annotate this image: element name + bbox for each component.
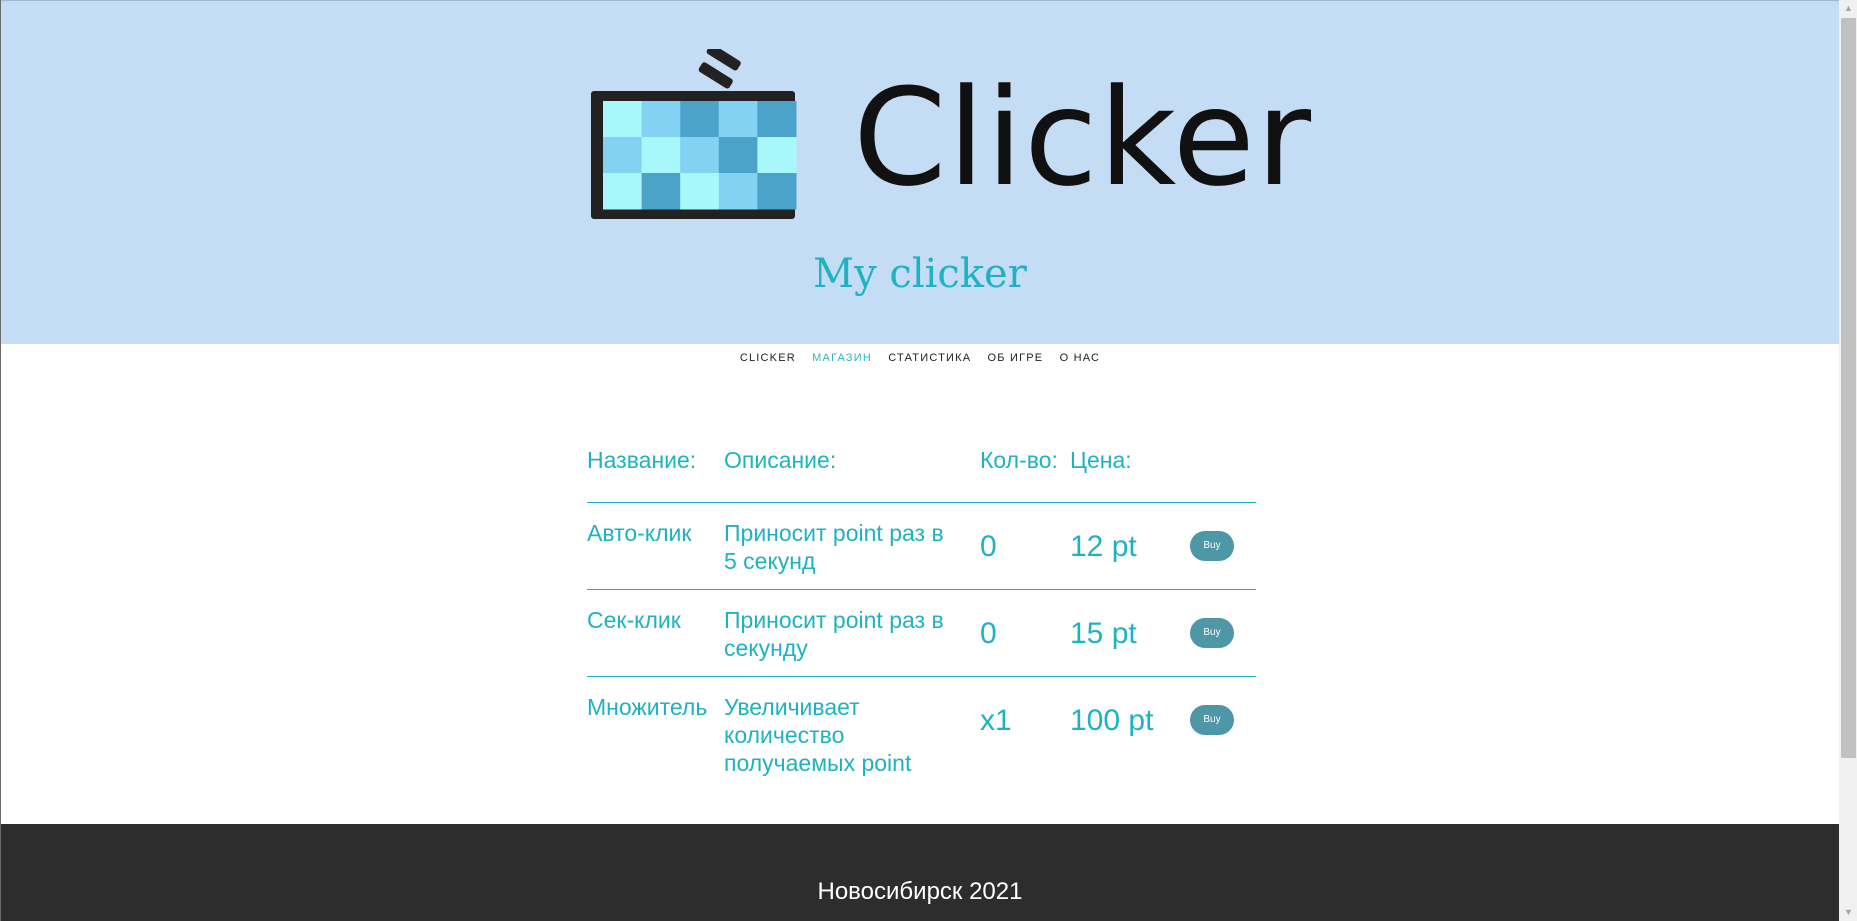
logo-text: Clicker [853, 60, 1313, 216]
buy-button[interactable]: Buy [1190, 705, 1234, 735]
table-row: Авто-клик Приносит point раз в 5 секунд … [587, 502, 1256, 590]
logo-tile [680, 173, 720, 210]
table-header-row: Название: Описание: Кол-во: Цена: [587, 420, 1256, 503]
header-buy [1190, 420, 1256, 503]
item-name: Авто-клик [587, 502, 724, 590]
logo-tile [641, 173, 681, 210]
logo-tile [680, 137, 720, 174]
scroll-up-arrow-icon[interactable]: ▲ [1839, 0, 1857, 17]
item-description: Приносит point раз в секунду [724, 607, 944, 661]
page: Clicker My clicker CLICKER МАГАЗИН СТАТИ… [0, 0, 1857, 921]
footer-text: Новосибирск 2021 [817, 878, 1023, 905]
logo-tile [641, 101, 681, 138]
site-subtitle: My clicker [813, 251, 1027, 297]
logo-tile [641, 137, 681, 174]
nav-item-about-us[interactable]: О НАС [1060, 352, 1101, 364]
item-price: 100 pt [1070, 704, 1154, 737]
item-name: Сек-клик [587, 589, 724, 677]
pixel-monitor-icon [591, 49, 797, 219]
nav-item-about-game[interactable]: ОБ ИГРЕ [988, 352, 1044, 364]
table-row: Множитель Увеличивает количество получае… [587, 677, 1256, 792]
buy-cell: Buy [1190, 589, 1256, 677]
item-quantity: 0 [980, 589, 1070, 677]
main-nav: CLICKER МАГАЗИН СТАТИСТИКА ОБ ИГРЕ О НАС [1, 352, 1839, 364]
logo-tile [680, 101, 720, 138]
logo-tile [603, 137, 643, 174]
logo-tile [718, 137, 758, 174]
logo-tile [718, 173, 758, 210]
shop-table: Название: Описание: Кол-во: Цена: Авто-к… [587, 420, 1256, 791]
item-name: Множитель [587, 694, 708, 720]
logo-tile [757, 173, 797, 210]
item-description-cell: Приносит point раз в секунду [724, 589, 980, 677]
buy-button[interactable]: Buy [1190, 531, 1234, 561]
item-description-cell: Увеличивает количество получаемых point [724, 677, 980, 792]
item-price: 12 pt [1070, 502, 1190, 590]
header-description: Описание: [724, 420, 980, 503]
table-row: Сек-клик Приносит point раз в секунду 0 … [587, 589, 1256, 677]
nav-item-shop[interactable]: МАГАЗИН [812, 352, 872, 364]
scrollbar-thumb[interactable] [1841, 18, 1856, 758]
item-description: Увеличивает количество получаемых point [724, 694, 912, 776]
item-description-cell: Приносит point раз в 5 секунд [724, 502, 980, 590]
header-price: Цена: [1070, 420, 1190, 503]
logo-tile [757, 101, 797, 138]
site-header: Clicker My clicker [1, 0, 1839, 344]
logo-tile [603, 173, 643, 210]
logo-tile [718, 101, 758, 138]
item-quantity: 0 [980, 502, 1070, 590]
logo-tile [603, 101, 643, 138]
scroll-down-arrow-icon[interactable]: ▼ [1839, 904, 1857, 921]
buy-cell: Buy [1190, 677, 1256, 792]
header-quantity: Кол-во: [980, 420, 1070, 503]
nav-item-statistics[interactable]: СТАТИСТИКА [888, 352, 971, 364]
nav-item-clicker[interactable]: CLICKER [740, 352, 796, 364]
header-name: Название: [587, 420, 724, 503]
item-description: Приносит point раз в 5 секунд [724, 520, 944, 574]
vertical-scrollbar[interactable]: ▲ ▼ [1839, 0, 1857, 921]
logo-tile [757, 137, 797, 174]
buy-cell: Buy [1190, 502, 1256, 590]
item-quantity: x1 [980, 704, 1012, 737]
item-price: 15 pt [1070, 589, 1190, 677]
buy-button[interactable]: Buy [1190, 618, 1234, 648]
site-footer: Новосибирск 2021 [1, 824, 1839, 921]
